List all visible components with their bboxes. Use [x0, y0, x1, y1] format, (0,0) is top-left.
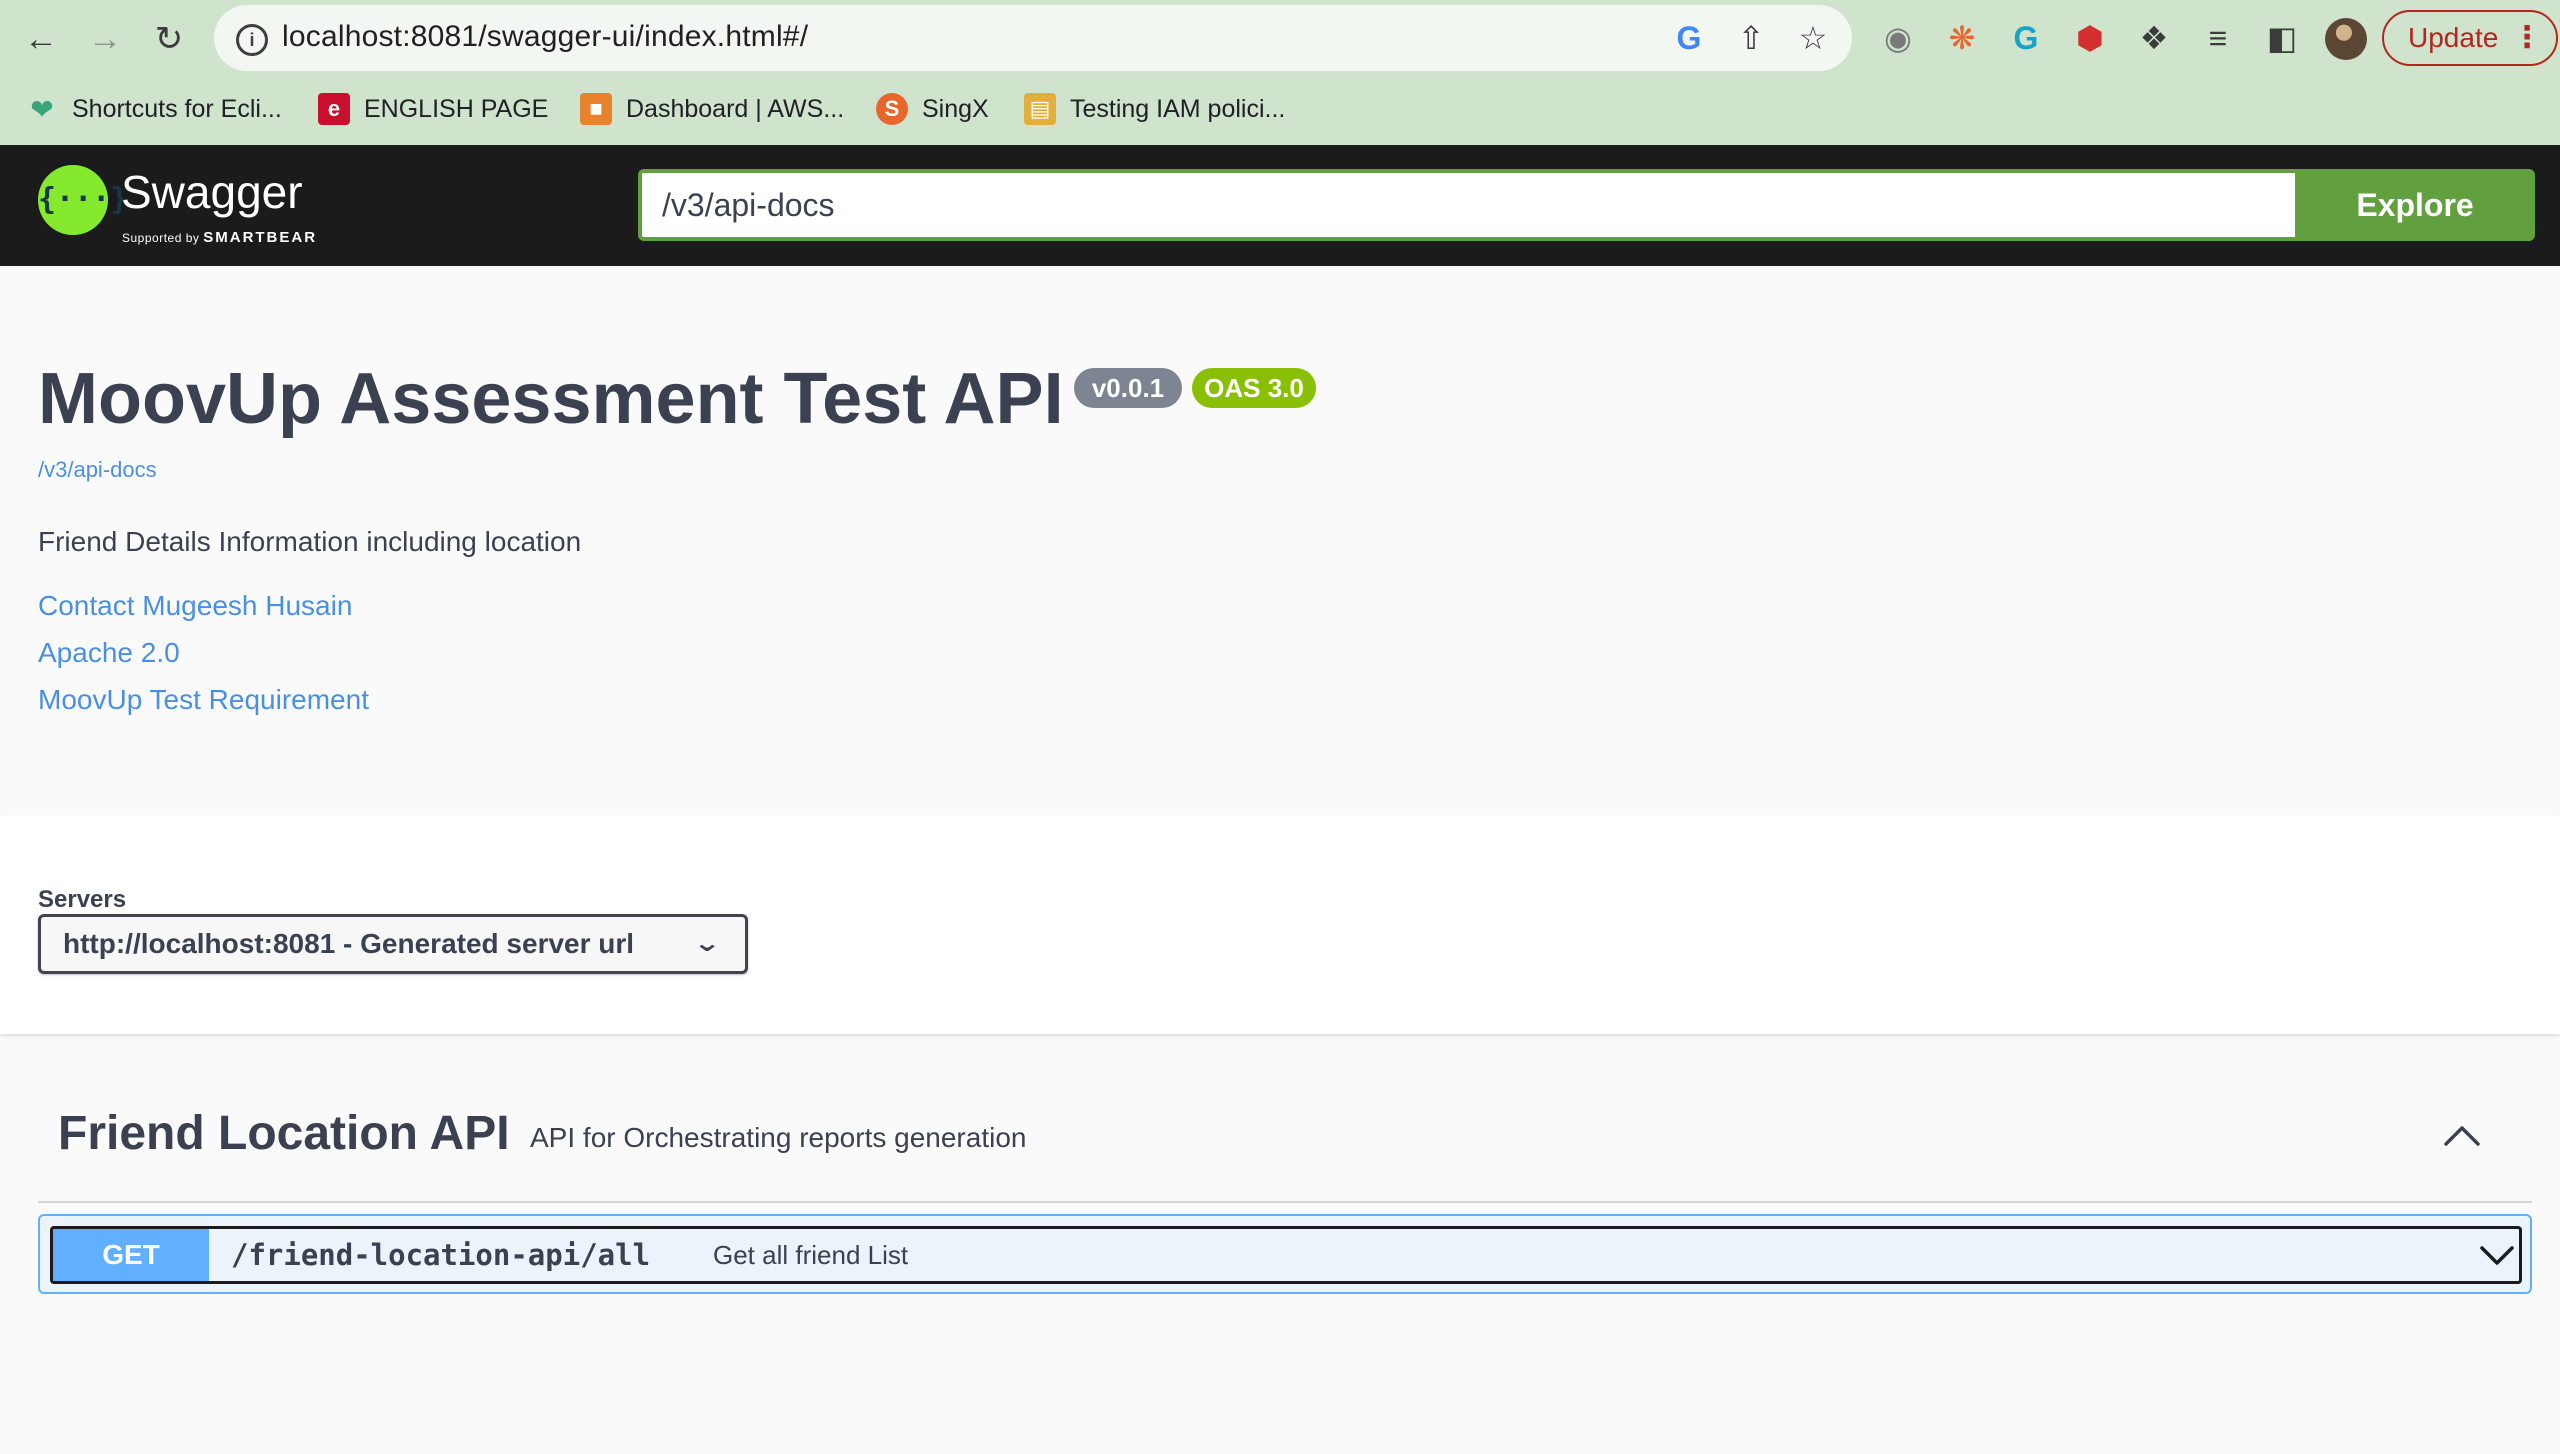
- bookmark-shortcuts-eclipse[interactable]: ❤ Shortcuts for Ecli...: [26, 86, 282, 132]
- orange-extension-icon[interactable]: ❋: [1942, 18, 1982, 58]
- bookmark-label: Shortcuts for Ecli...: [72, 94, 282, 123]
- address-url[interactable]: localhost:8081/swagger-ui/index.html#/: [282, 20, 808, 54]
- update-button[interactable]: Update ⋮: [2382, 10, 2558, 66]
- operation-get-all-friends[interactable]: GET /friend-location-api/all Get all fri…: [38, 1214, 2532, 1294]
- camera-extension-icon[interactable]: ◉: [1878, 18, 1918, 58]
- reload-icon[interactable]: ↻: [144, 14, 194, 64]
- chevron-up-icon[interactable]: [2440, 1114, 2484, 1158]
- grammarly-icon[interactable]: G: [2006, 18, 2046, 58]
- singx-icon: S: [876, 93, 908, 125]
- contact-link[interactable]: Contact Mugeesh Husain: [38, 590, 352, 622]
- share-icon[interactable]: ⇧: [1732, 19, 1770, 57]
- spec-link[interactable]: /v3/api-docs: [38, 457, 157, 483]
- api-description: Friend Details Information including loc…: [38, 526, 582, 557]
- chevron-down-icon: ⌄: [692, 930, 722, 957]
- bookmark-english-page[interactable]: e ENGLISH PAGE: [318, 86, 548, 132]
- bookmark-label: ENGLISH PAGE: [364, 94, 549, 123]
- oas-badge: OAS 3.0: [1192, 368, 1316, 408]
- api-title: MoovUp Assessment Test API: [38, 359, 1064, 439]
- bookmark-label: Dashboard | AWS...: [626, 94, 845, 123]
- bookmark-singx[interactable]: S SingX: [876, 86, 989, 132]
- spec-url-input[interactable]: /v3/api-docs: [638, 169, 2296, 241]
- servers-section: Servers http://localhost:8081 - Generate…: [0, 816, 2560, 1034]
- google-lens-icon[interactable]: G: [1670, 19, 1708, 57]
- bookmark-label: SingX: [922, 94, 989, 123]
- servers-selected-value: http://localhost:8081 - Generated server…: [63, 928, 635, 959]
- media-queue-icon[interactable]: ≡: [2198, 18, 2238, 58]
- profile-avatar[interactable]: [2325, 18, 2367, 60]
- servers-label: Servers: [38, 886, 127, 913]
- bookmarks-bar: ❤ Shortcuts for Ecli... e ENGLISH PAGE ■…: [0, 86, 2560, 132]
- bookmark-aws-dashboard[interactable]: ■ Dashboard | AWS...: [580, 86, 844, 132]
- back-arrow-icon[interactable]: ←: [16, 14, 66, 64]
- browser-chrome: ← → ↻ i localhost:8081/swagger-ui/index.…: [0, 0, 2560, 145]
- explore-button[interactable]: Explore: [2295, 169, 2535, 241]
- address-bar[interactable]: i localhost:8081/swagger-ui/index.html#/…: [214, 5, 1852, 71]
- version-badge: v0.0.1: [1074, 368, 1182, 408]
- forward-arrow-icon[interactable]: →: [80, 14, 130, 64]
- e-letter-icon: e: [318, 93, 350, 125]
- eclipse-icon: ❤: [30, 93, 54, 125]
- bookmark-star-icon[interactable]: ☆: [1794, 19, 1832, 57]
- swagger-logo-icon[interactable]: {···}: [38, 165, 128, 235]
- logo-sub-brand: SMARTBEAR: [203, 229, 318, 246]
- adblock-icon[interactable]: ⬢: [2070, 18, 2110, 58]
- menu-dots-icon[interactable]: ⋮: [2512, 12, 2542, 64]
- operation-summary-bar[interactable]: GET /friend-location-api/all Get all fri…: [50, 1226, 2522, 1284]
- http-method-badge: GET: [53, 1229, 209, 1281]
- bookmark-testing-iam[interactable]: ▤ Testing IAM polici...: [1024, 86, 1285, 132]
- tag-divider: [38, 1201, 2532, 1203]
- swagger-topbar: {···} Swagger Supported by SMARTBEAR /v3…: [0, 145, 2560, 266]
- bookmark-label: Testing IAM polici...: [1070, 94, 1286, 123]
- license-link[interactable]: Apache 2.0: [38, 637, 180, 669]
- side-panel-icon[interactable]: ◧: [2262, 18, 2302, 58]
- extensions-puzzle-icon[interactable]: ❖: [2134, 18, 2174, 58]
- swagger-logo-text[interactable]: Swagger: [121, 165, 303, 219]
- tag-description: API for Orchestrating reports generation: [530, 1122, 1027, 1153]
- external-docs-link[interactable]: MoovUp Test Requirement: [38, 684, 369, 716]
- chevron-down-icon[interactable]: [2479, 1239, 2515, 1271]
- swagger-logo-sub: Supported by SMARTBEAR: [122, 229, 317, 246]
- aws-box-icon: ■: [580, 93, 612, 125]
- logo-sub-prefix: Supported by: [122, 231, 200, 245]
- site-info-icon[interactable]: i: [236, 24, 268, 56]
- tag-title[interactable]: Friend Location API: [58, 1106, 510, 1161]
- servers-select[interactable]: http://localhost:8081 - Generated server…: [38, 914, 748, 974]
- operation-summary: Get all friend List: [713, 1240, 909, 1270]
- update-label: Update: [2408, 22, 2499, 53]
- operation-path: /friend-location-api/all: [231, 1238, 651, 1272]
- document-icon: ▤: [1024, 93, 1056, 125]
